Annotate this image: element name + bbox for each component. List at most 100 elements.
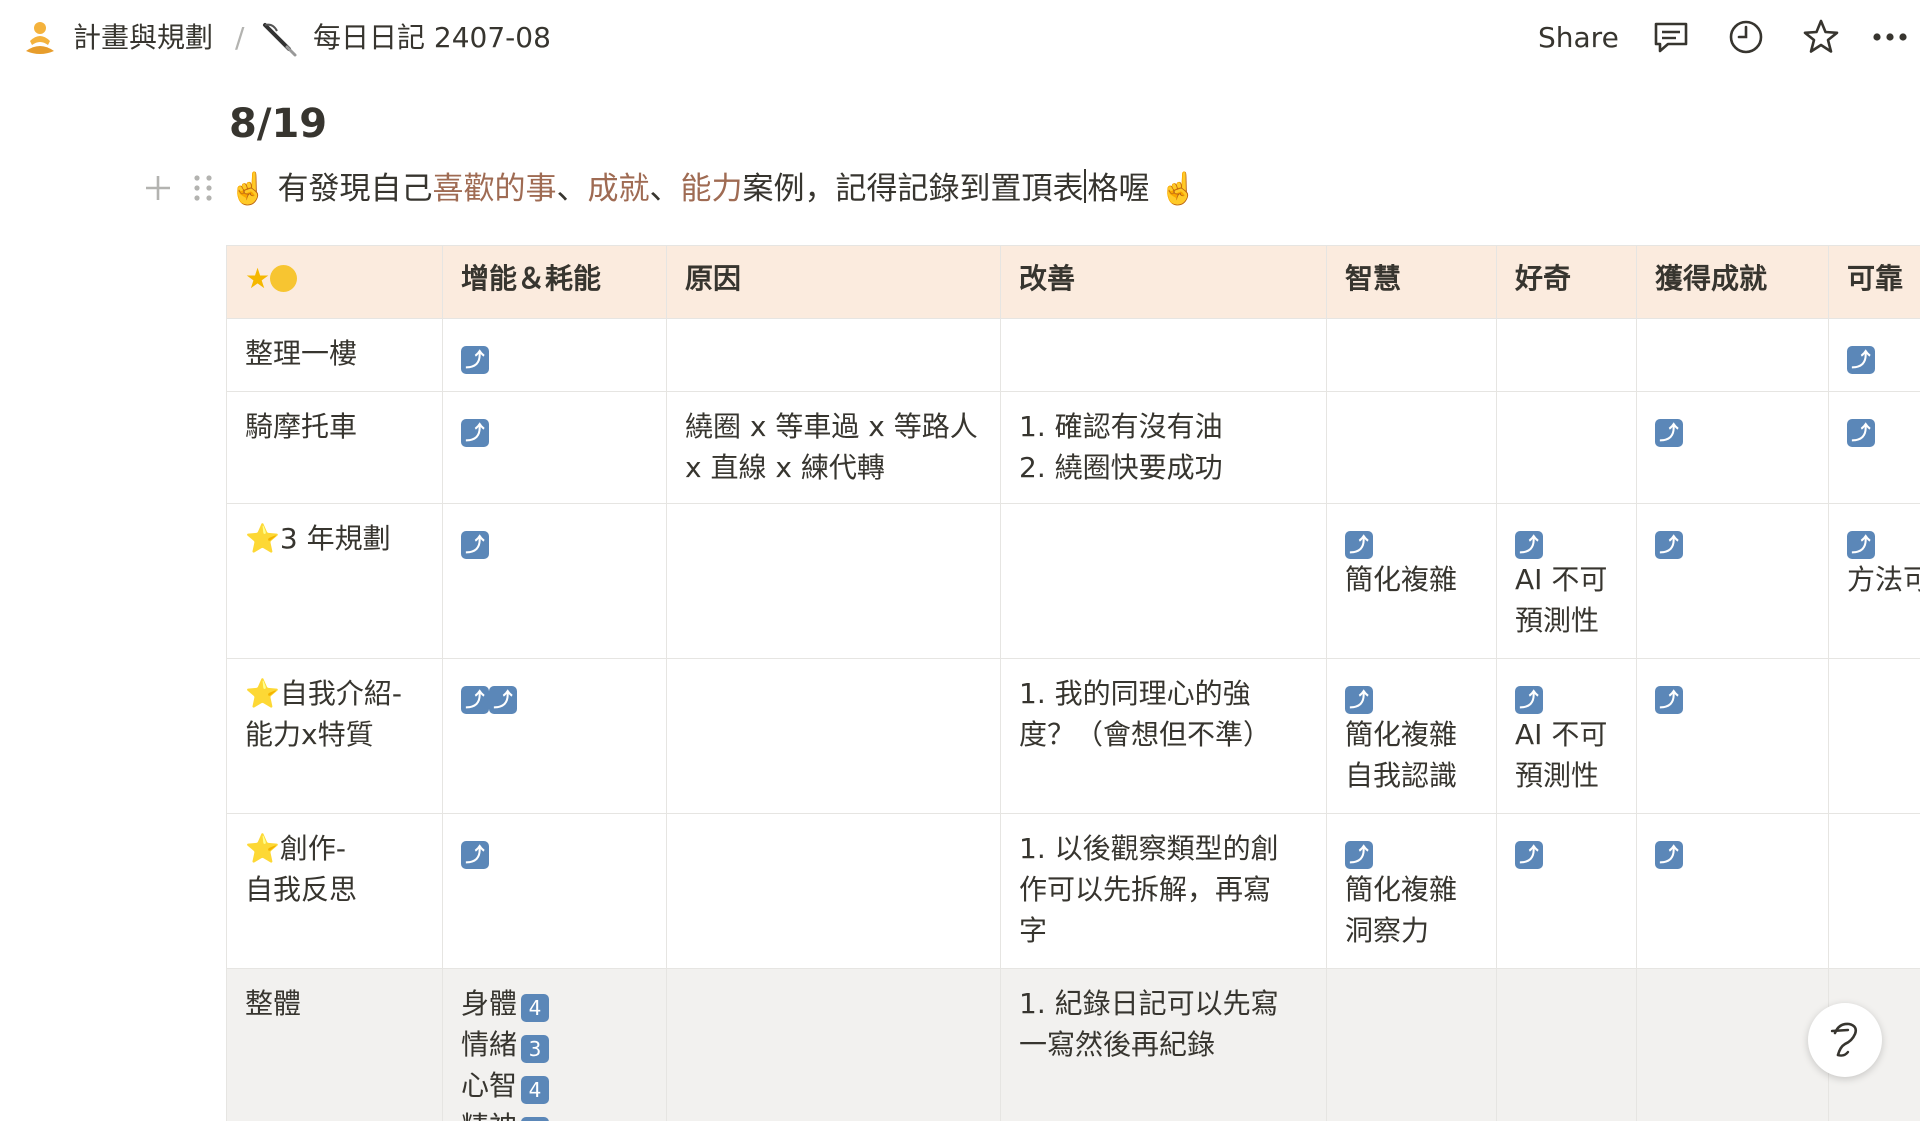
cell-curiosity[interactable] — [1496, 968, 1637, 1121]
reflection-table[interactable]: ★ 增能＆耗能 原因 改善 智慧 好奇 獲得成就 可靠 整理一樓 ⤴ ⤴ 騎摩托… — [226, 245, 1920, 1121]
cell-wisdom[interactable] — [1326, 391, 1497, 504]
more-options-icon[interactable] — [1870, 16, 1912, 58]
cell-achievement[interactable]: ⤴ — [1636, 813, 1829, 969]
cell-line: 方法可 — [1847, 563, 1920, 596]
cell-reliable[interactable]: ⤴ — [1828, 318, 1920, 392]
cell-energy[interactable]: ⤴ — [442, 391, 667, 504]
cell-wisdom[interactable] — [1326, 318, 1497, 392]
cell-reliable[interactable] — [1828, 658, 1920, 814]
cell-reliable[interactable] — [1828, 813, 1920, 969]
cell-curiosity[interactable]: ⤴ AI 不可 預測性 — [1496, 658, 1637, 814]
feather-pen-icon — [263, 23, 297, 57]
cell-achievement[interactable] — [1636, 318, 1829, 392]
comment-icon[interactable] — [1650, 16, 1692, 58]
cell-achievement[interactable]: ⤴ — [1636, 503, 1829, 659]
cell-reason[interactable] — [666, 503, 1001, 659]
cell-curiosity[interactable] — [1496, 318, 1637, 392]
cell-reason[interactable] — [666, 968, 1001, 1121]
cell-name[interactable]: ⭐3 年規劃 — [226, 503, 443, 659]
cell-energy[interactable]: ⤴ — [442, 318, 667, 392]
cell-energy[interactable]: ⤴ — [442, 813, 667, 969]
table-header-row: ★ 增能＆耗能 原因 改善 智慧 好奇 獲得成就 可靠 — [226, 245, 1920, 319]
arrow-up-icon: ⤴ — [1515, 686, 1543, 714]
page-title: 8/19 — [229, 101, 328, 147]
cell-name[interactable]: 整理一樓 — [226, 318, 443, 392]
arrow-up-icon: ⤴ — [461, 419, 489, 447]
plus-icon[interactable] — [142, 172, 174, 204]
arrow-up-icon: ⤴ — [1655, 841, 1683, 869]
keycap-number-icon: 4 — [521, 1117, 550, 1121]
top-bar: 計畫與規劃 / 每日日記 2407-08 Share — [0, 0, 1920, 74]
arrow-up-icon: ⤴ — [489, 686, 517, 714]
column-header-energy[interactable]: 增能＆耗能 — [442, 245, 667, 319]
cell-reason[interactable] — [666, 813, 1001, 969]
cell-energy[interactable]: ⤴ ⤴ — [442, 658, 667, 814]
energy-line: 精神 4 — [461, 1106, 648, 1121]
column-header-star[interactable]: ★ — [226, 245, 443, 319]
energy-label: 身體 — [461, 987, 518, 1020]
cell-curiosity[interactable]: ⤴ AI 不可 預測性 — [1496, 503, 1637, 659]
cell-line: 字 — [1019, 914, 1048, 947]
note-highlight-abilities: 能力 — [680, 171, 743, 207]
help-button[interactable] — [1808, 1003, 1882, 1077]
cell-energy[interactable]: 身體 4 情緒3 心智4 精神4 — [442, 968, 667, 1121]
energy-line: 情緒 3 — [461, 1024, 648, 1065]
breadcrumb-item-daily-diary[interactable]: 每日日記 2407-08 — [313, 20, 551, 56]
arrow-up-icon: ⤴ — [1655, 531, 1683, 559]
cell-line: x 直線 x 練代轉 — [685, 451, 885, 484]
cell-reliable[interactable]: ⤴ — [1828, 391, 1920, 504]
star-favorite-icon[interactable] — [1800, 16, 1842, 58]
cell-name[interactable]: 騎摩托車 — [226, 391, 443, 504]
column-header-improve[interactable]: 改善 — [1000, 245, 1327, 319]
cell-wisdom[interactable]: ⤴ 簡化複雜 — [1326, 503, 1497, 659]
column-header-curiosity[interactable]: 好奇 — [1496, 245, 1637, 319]
breadcrumb-item-plans[interactable]: 計畫與規劃 — [73, 20, 213, 56]
cell-improve[interactable]: 1. 確認有沒有油 2. 繞圈快要成功 — [1000, 391, 1327, 504]
cell-reliable[interactable]: ⤴ 方法可 — [1828, 503, 1920, 659]
cell-improve[interactable]: 1. 以後觀察類型的創 作可以先拆解，再寫字 — [1000, 813, 1327, 969]
row-title: 能力x特質 — [245, 718, 374, 751]
note-prefix: ☝️ 有發現自己 — [229, 171, 433, 207]
cell-energy[interactable]: ⤴ — [442, 503, 667, 659]
clock-history-icon[interactable] — [1725, 16, 1767, 58]
cell-improve[interactable] — [1000, 318, 1327, 392]
table-summary-row: 整體 身體 4 情緒3 心智4 精神4 1. 紀錄日記可以先寫一寫然後再紀錄 — [226, 968, 1920, 1121]
cell-wisdom[interactable]: ⤴ 簡化複雜 洞察力 — [1326, 813, 1497, 969]
cell-reason[interactable] — [666, 658, 1001, 814]
cell-wisdom[interactable]: ⤴ 簡化複雜 自我認識 — [1326, 658, 1497, 814]
cell-achievement[interactable]: ⤴ — [1636, 391, 1829, 504]
cell-achievement[interactable] — [1636, 968, 1829, 1121]
cell-improve[interactable]: 1. 我的同理心的強 度？（會想但不準） — [1000, 658, 1327, 814]
cell-line: 預測性 — [1515, 604, 1600, 637]
column-header-reason[interactable]: 原因 — [666, 245, 1001, 319]
share-button[interactable]: Share — [1538, 20, 1619, 56]
column-header-reliable[interactable]: 可靠 — [1828, 245, 1920, 319]
drag-handle-icon[interactable] — [190, 172, 216, 204]
cell-line: 作可以先拆解，再寫 — [1019, 873, 1272, 906]
cell-improve[interactable] — [1000, 503, 1327, 659]
note-highlight-achievements: 成就 — [587, 171, 650, 207]
row-title: ⭐3 年規劃 — [245, 522, 391, 555]
cell-achievement[interactable]: ⤴ — [1636, 658, 1829, 814]
energy-line: 心智 4 — [461, 1065, 648, 1106]
table-row: 整理一樓 ⤴ ⤴ — [226, 318, 1920, 392]
keycap-number-icon: 3 — [521, 1035, 550, 1063]
energy-label: 情緒 — [461, 1028, 518, 1061]
cell-reason[interactable] — [666, 318, 1001, 392]
cell-curiosity[interactable]: ⤴ — [1496, 813, 1637, 969]
column-header-achievement[interactable]: 獲得成就 — [1636, 245, 1829, 319]
cell-curiosity[interactable] — [1496, 391, 1637, 504]
cell-wisdom[interactable] — [1326, 968, 1497, 1121]
cell-name[interactable]: ⭐自我介紹- 能力x特質 — [226, 658, 443, 814]
cell-line: 簡化複雜 — [1345, 563, 1458, 596]
cell-line: 2. 繞圈快要成功 — [1019, 451, 1223, 484]
cell-improve[interactable]: 1. 紀錄日記可以先寫 一寫然後再紀錄 — [1000, 968, 1327, 1121]
row-title: ⭐創作- — [245, 832, 346, 865]
callout-note[interactable]: ☝️ 有發現自己喜歡的事、成就、能力案例，記得記錄到置頂表 格喔 ☝️ — [229, 168, 1198, 210]
row-title: 騎摩托車 — [245, 410, 358, 443]
column-header-wisdom[interactable]: 智慧 — [1326, 245, 1497, 319]
note-highlight-likes: 喜歡的事 — [432, 171, 557, 207]
cell-name[interactable]: 整體 — [226, 968, 443, 1121]
cell-name[interactable]: ⭐創作- 自我反思 — [226, 813, 443, 969]
cell-reason[interactable]: 繞圈 x 等車過 x 等路人 x 直線 x 練代轉 — [666, 391, 1001, 504]
